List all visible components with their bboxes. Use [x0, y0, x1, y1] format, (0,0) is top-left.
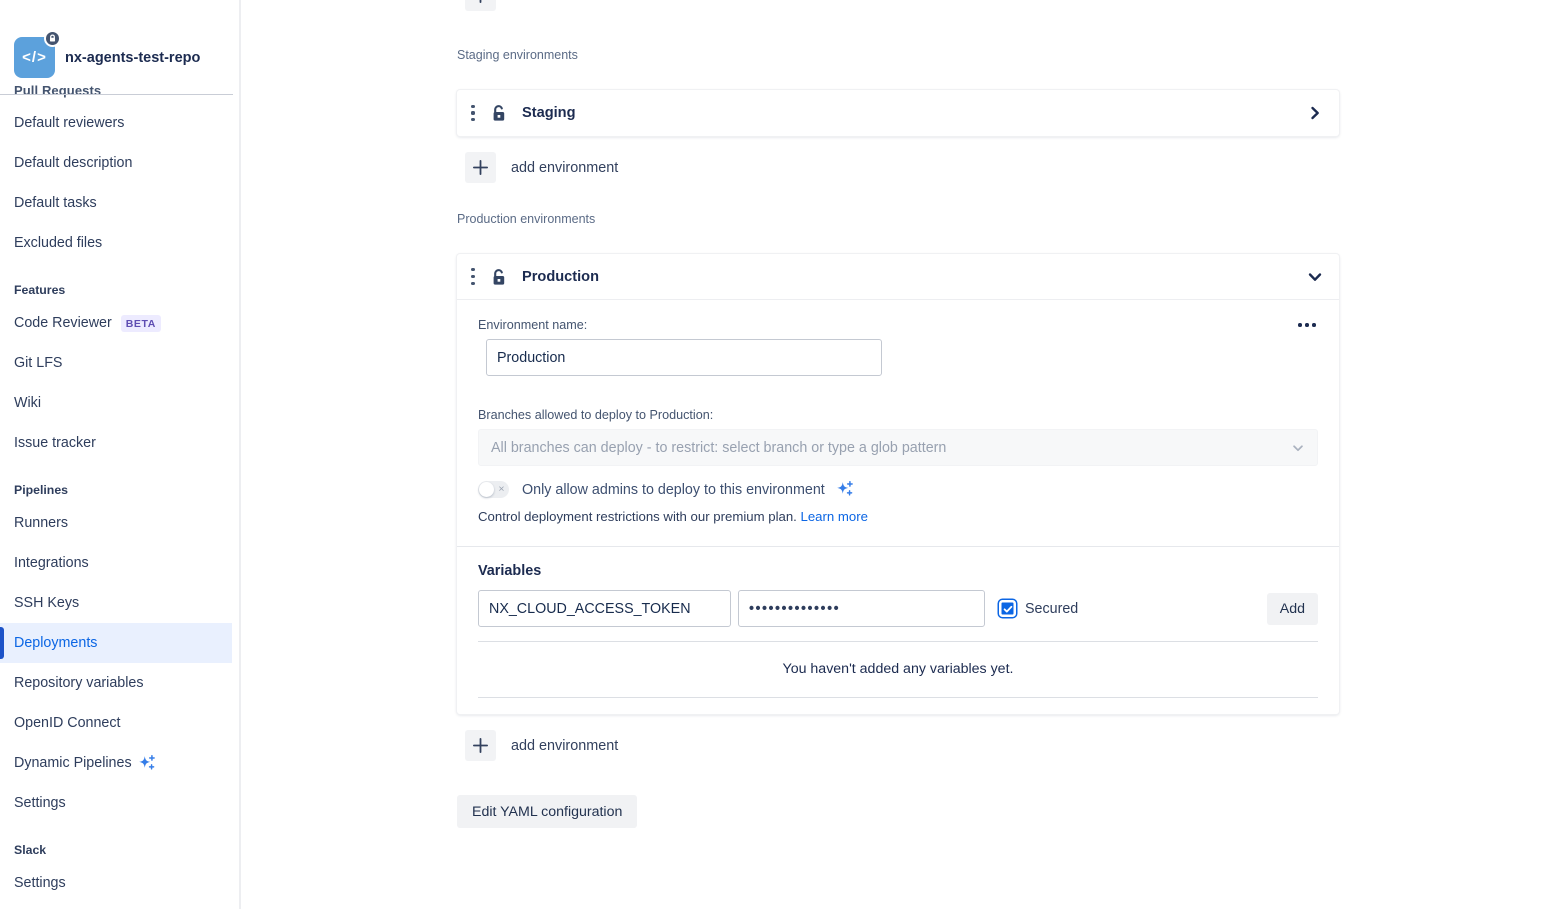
- plus-icon: [465, 730, 496, 761]
- sidebar-item-openid-connect[interactable]: OpenID Connect: [0, 703, 232, 743]
- sidebar-divider: [239, 0, 241, 909]
- sidebar-item-git-lfs[interactable]: Git LFS: [0, 343, 232, 383]
- secured-checkbox[interactable]: [999, 600, 1016, 617]
- sidebar-header-divider: [0, 94, 233, 95]
- sparkle-icon: [136, 753, 157, 774]
- more-options-icon[interactable]: [1296, 319, 1318, 331]
- secured-label: Secured: [1025, 601, 1078, 617]
- sidebar: Pull Requests </> nx-agents-test-repo De…: [0, 0, 232, 909]
- sidebar-heading-pipelines: Pipelines: [0, 469, 232, 503]
- variable-name-input[interactable]: [478, 590, 731, 627]
- production-environment-header[interactable]: Production: [457, 254, 1339, 300]
- add-variable-button[interactable]: Add: [1267, 593, 1318, 625]
- learn-more-link[interactable]: Learn more: [801, 509, 868, 524]
- code-icon: </>: [22, 49, 47, 66]
- add-environment-button-production[interactable]: add environment: [457, 729, 1339, 762]
- sidebar-item-wiki[interactable]: Wiki: [0, 383, 232, 423]
- repo-name: nx-agents-test-repo: [65, 50, 200, 66]
- environment-name-input[interactable]: [486, 339, 882, 376]
- branches-allowed-label: Branches allowed to deploy to Production…: [478, 408, 1318, 422]
- environment-name-label: Environment name:: [478, 318, 587, 332]
- variables-heading: Variables: [478, 563, 1318, 579]
- variable-value-input[interactable]: [738, 590, 985, 627]
- sidebar-item-issue-tracker[interactable]: Issue tracker: [0, 423, 232, 463]
- secured-checkbox-wrap[interactable]: Secured: [999, 600, 1078, 617]
- branch-select-placeholder: All branches can deploy - to restrict: s…: [491, 440, 1291, 456]
- sidebar-item-repository-variables[interactable]: Repository variables: [0, 663, 232, 703]
- chevron-down-icon: [1291, 441, 1305, 455]
- production-environment-card: Production Environment name: Branches al…: [457, 254, 1339, 714]
- repo-identity[interactable]: </> nx-agents-test-repo: [14, 37, 200, 78]
- repo-avatar: </>: [14, 37, 55, 78]
- add-environment-button-top[interactable]: add environment: [457, 0, 1339, 12]
- beta-badge: BETA: [121, 315, 161, 332]
- sidebar-nav: Default reviewers Default description De…: [0, 103, 232, 903]
- variables-section-divider: [457, 546, 1339, 547]
- sidebar-item-default-reviewers[interactable]: Default reviewers: [0, 103, 232, 143]
- variable-input-row: Secured Add: [478, 590, 1318, 627]
- sidebar-heading-slack: Slack: [0, 829, 232, 863]
- sidebar-heading-features: Features: [0, 269, 232, 303]
- variables-empty-message: You haven't added any variables yet.: [478, 661, 1318, 677]
- sidebar-item-excluded-files[interactable]: Excluded files: [0, 223, 232, 263]
- premium-plan-note: Control deployment restrictions with our…: [478, 509, 797, 524]
- edit-yaml-configuration-button[interactable]: Edit YAML configuration: [457, 795, 637, 828]
- plus-icon: [465, 152, 496, 183]
- drag-handle-icon[interactable]: [466, 105, 480, 122]
- production-environment-body: Environment name: Branches allowed to de…: [457, 300, 1339, 714]
- branch-restriction-select[interactable]: All branches can deploy - to restrict: s…: [478, 429, 1318, 466]
- sidebar-item-dynamic-pipelines[interactable]: Dynamic Pipelines: [0, 743, 232, 783]
- chevron-right-icon[interactable]: [1307, 105, 1323, 121]
- main-content: add environment Staging environments Sta…: [241, 0, 1555, 909]
- clipped-add-environment-row: add environment: [457, 0, 1339, 13]
- drag-handle-icon[interactable]: [466, 268, 480, 285]
- staging-section-label: Staging environments: [457, 48, 1339, 62]
- sidebar-item-settings[interactable]: Settings: [0, 783, 232, 823]
- unlocked-padlock-icon: [489, 103, 509, 123]
- chevron-down-icon[interactable]: [1307, 269, 1323, 285]
- sidebar-item-slack-settings[interactable]: Settings: [0, 863, 232, 903]
- repo-header: </> nx-agents-test-repo: [0, 0, 232, 95]
- staging-environment-name: Staging: [522, 105, 576, 121]
- sidebar-item-default-description[interactable]: Default description: [0, 143, 232, 183]
- sidebar-item-deployments[interactable]: Deployments: [0, 623, 232, 663]
- unlocked-padlock-icon: [489, 267, 509, 287]
- variables-list-divider: [478, 641, 1318, 642]
- sidebar-item-code-reviewer[interactable]: Code Reviewer BETA: [0, 303, 232, 343]
- plus-icon: [465, 0, 496, 11]
- staging-environment-card: Staging: [457, 90, 1339, 136]
- sidebar-item-ssh-keys[interactable]: SSH Keys: [0, 583, 232, 623]
- sidebar-item-default-tasks[interactable]: Default tasks: [0, 183, 232, 223]
- production-section-label: Production environments: [457, 212, 1339, 226]
- admins-only-toggle-label: Only allow admins to deploy to this envi…: [522, 482, 825, 498]
- sidebar-item-runners[interactable]: Runners: [0, 503, 232, 543]
- sparkle-icon: [834, 479, 855, 500]
- private-lock-badge-icon: [44, 30, 61, 47]
- staging-environment-header[interactable]: Staging: [457, 90, 1339, 136]
- sidebar-item-integrations[interactable]: Integrations: [0, 543, 232, 583]
- admins-only-toggle[interactable]: ×: [478, 481, 509, 498]
- production-environment-name: Production: [522, 269, 599, 285]
- add-environment-button-staging[interactable]: add environment: [457, 151, 1339, 184]
